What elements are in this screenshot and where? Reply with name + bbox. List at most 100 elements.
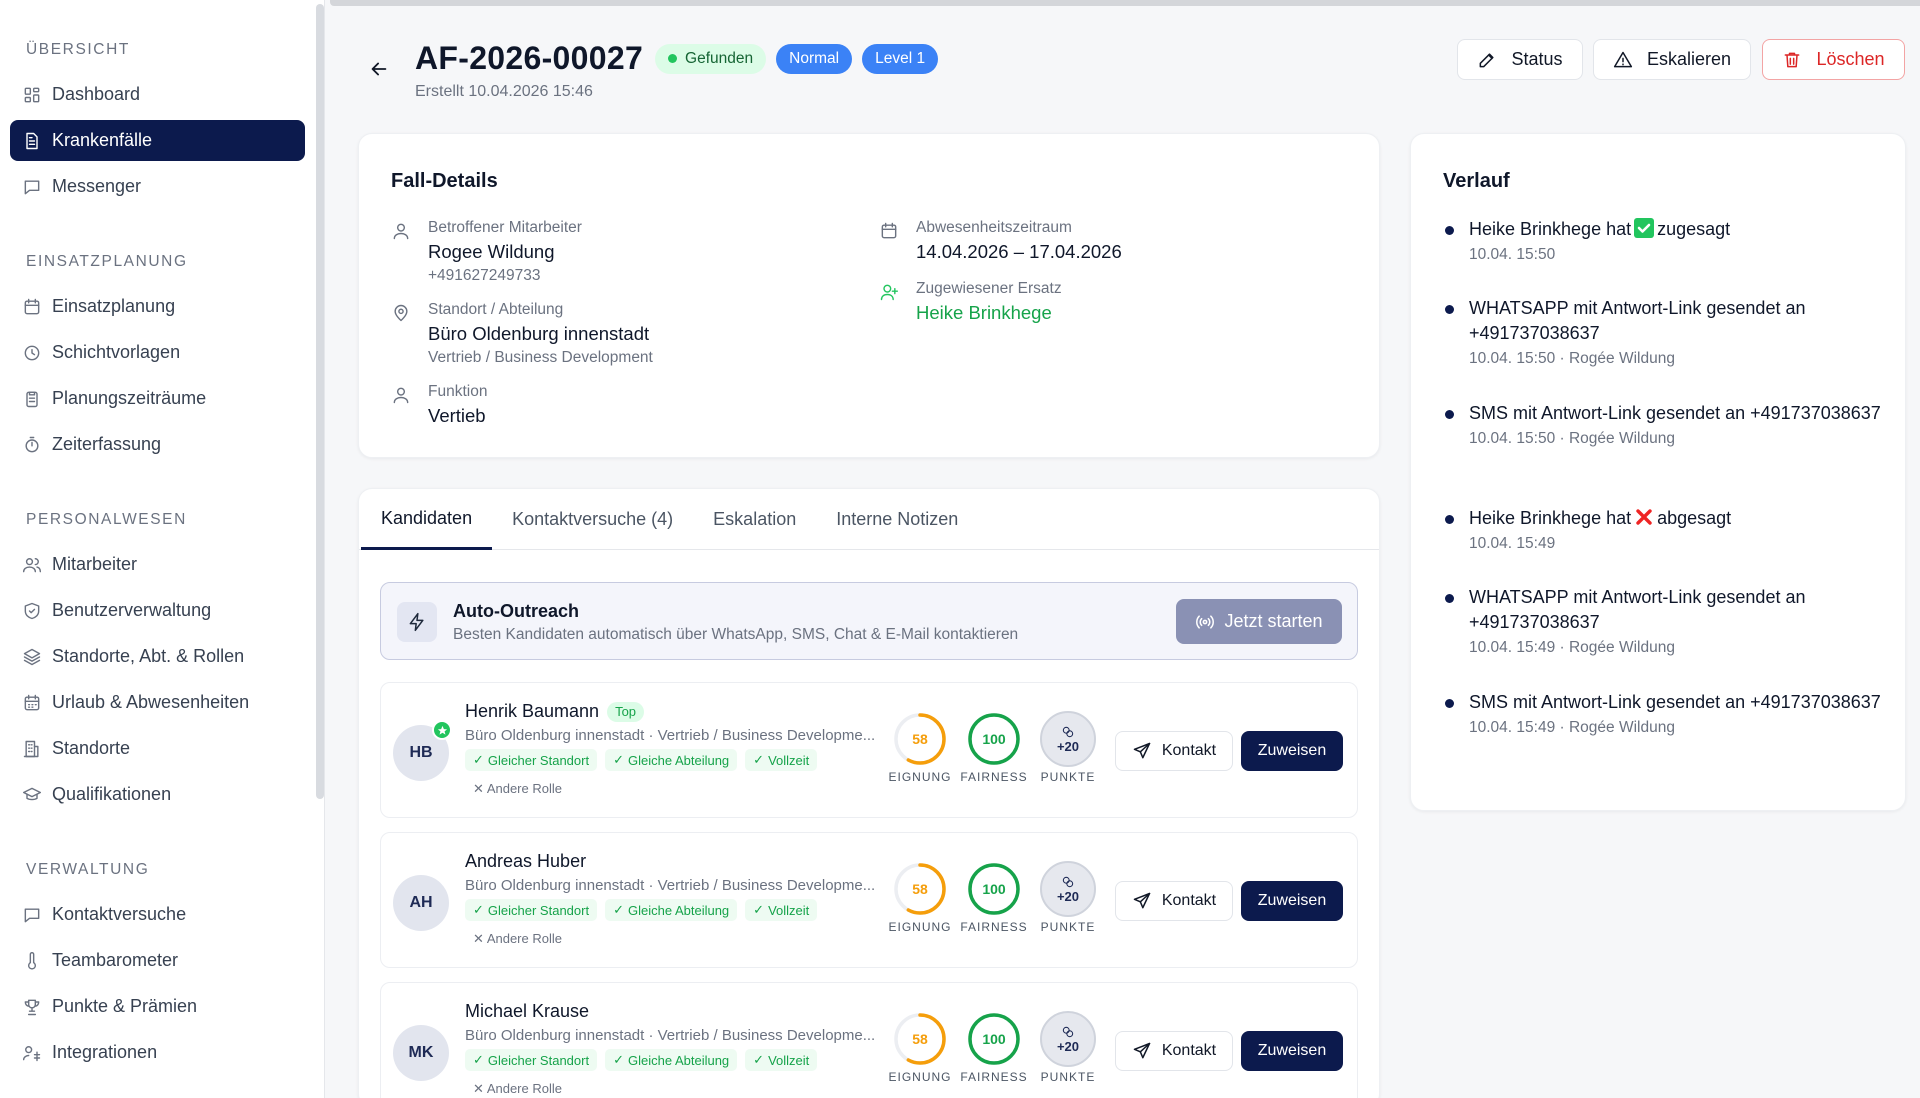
sidebar-scrollbar[interactable]: [316, 4, 324, 799]
employee-phone: +491627249733: [428, 267, 541, 284]
tab-kontaktversuche[interactable]: Kontaktversuche (4): [492, 489, 693, 550]
sidebar-item-kontaktversuche[interactable]: Kontaktversuche: [10, 894, 305, 935]
created-date: Erstellt 10.04.2026 15:46: [415, 83, 593, 100]
broadcast-icon: [1196, 614, 1215, 629]
mismatch-label: Andere Rolle: [486, 931, 562, 946]
start-outreach-label: Jetzt starten: [1224, 611, 1323, 631]
points-value: +20: [1056, 888, 1080, 904]
location-value: Büro Oldenburg innenstadt: [428, 323, 650, 344]
sidebar-item-planungszeiträume[interactable]: Planungszeiträume: [10, 378, 305, 419]
pencil-icon: [1480, 52, 1495, 67]
sidebar-item-dashboard[interactable]: Dashboard: [10, 74, 305, 115]
history-meta: 10.04. 15:50 · Rogée Wildung: [1469, 430, 1675, 447]
match-chip-label: Vollzeit: [768, 902, 810, 918]
sidebar-item-messenger[interactable]: Messenger: [10, 166, 305, 207]
coins-icon: [1062, 1026, 1074, 1037]
graduation-cap-icon: [22, 787, 42, 800]
check-icon: ✓: [613, 1052, 624, 1067]
match-chips: ✓ Gleicher Standort ✓ Gleiche Abteilung ✓ Vol…: [465, 899, 825, 921]
period-label: Abwesenheitszeitraum: [916, 219, 1072, 236]
contact-button[interactable]: Kontakt: [1115, 1031, 1233, 1071]
sidebar-item-teambarometer[interactable]: Teambarometer: [10, 940, 305, 981]
calendar-icon: [24, 298, 40, 314]
svg-text:100: 100: [982, 1031, 1006, 1047]
history-item: SMS mit Antwort-Link gesendet an +491737…: [1443, 401, 1883, 448]
sidebar-item-standorte[interactable]: Standorte: [10, 728, 305, 769]
back-button[interactable]: [368, 58, 390, 80]
delete-button[interactable]: Löschen: [1762, 39, 1905, 80]
sidebar-item-label: Messenger: [52, 176, 142, 196]
candidate-location: Büro Oldenburg innenstadt · Vertrieb / B…: [465, 1027, 876, 1044]
match-chip-label: Gleicher Standort: [487, 752, 590, 768]
eignung-metric: 58 EIGNUNG: [885, 1011, 955, 1084]
fairness-metric: 100 FAIRNESS: [959, 861, 1029, 934]
history-text: Heike Brinkhege hat zugesagt: [1469, 217, 1883, 242]
tab-kandidaten[interactable]: Kandidaten: [361, 489, 493, 550]
assign-button[interactable]: Zuweisen: [1241, 881, 1343, 921]
star-badge-icon: [432, 720, 452, 740]
punkte-label: PUNKTE: [1040, 920, 1096, 934]
message-icon: [24, 907, 40, 922]
x-icon: ✕: [473, 931, 484, 946]
tab-eskalation[interactable]: Eskalation: [693, 489, 816, 550]
sidebar-item-einsatzplanung[interactable]: Einsatzplanung: [10, 286, 305, 327]
sidebar-item-mitarbeiter[interactable]: Mitarbeiter: [10, 544, 305, 585]
sidebar-item-krankenfälle[interactable]: Krankenfälle: [10, 120, 305, 161]
history-meta: 10.04. 15:50: [1469, 246, 1556, 263]
sidebar-item-label: Kontaktversuche: [52, 904, 187, 924]
svg-text:100: 100: [982, 731, 1006, 747]
cross-emoji-icon: [1634, 507, 1654, 527]
eignung-label: EIGNUNG: [888, 1070, 952, 1084]
history-text-pre: SMS mit Antwort-Link gesendet an +491737…: [1469, 403, 1881, 423]
sidebar-item-schichtvorlagen[interactable]: Schichtvorlagen: [10, 332, 305, 373]
mismatch-chip: ✕ Andere Rolle: [473, 931, 562, 947]
candidate-row: HB Henrik Baumann Top Büro Oldenburg innens…: [380, 682, 1358, 818]
assign-button[interactable]: Zuweisen: [1241, 1031, 1343, 1071]
escalate-button[interactable]: Eskalieren: [1593, 39, 1751, 80]
eignung-label: EIGNUNG: [888, 920, 952, 934]
match-chip: ✓ Gleicher Standort: [465, 899, 598, 921]
sidebar-item-standorte-abt-rollen[interactable]: Standorte, Abt. & Rollen: [10, 636, 305, 677]
history-text-pre: Heike Brinkhege hat: [1469, 508, 1632, 528]
sidebar-item-integrationen[interactable]: Integrationen: [10, 1032, 305, 1073]
history-text: WHATSAPP mit Antwort-Link gesendet an +4…: [1469, 585, 1883, 635]
check-icon: ✓: [753, 902, 765, 917]
contact-button[interactable]: Kontakt: [1115, 881, 1233, 921]
candidate-name[interactable]: Andreas Huber: [465, 851, 586, 872]
contact-button[interactable]: Kontakt: [1115, 731, 1233, 771]
history-title: Verlauf: [1443, 170, 1510, 192]
replacement-field: Zugewiesener Ersatz Heike Brinkhege: [879, 279, 1062, 325]
sidebar-item-urlaub-abwesenheiten[interactable]: Urlaub & Abwesenheiten: [10, 682, 305, 723]
tab-interne-notizen[interactable]: Interne Notizen: [816, 489, 978, 550]
start-outreach-button[interactable]: Jetzt starten: [1176, 599, 1342, 644]
candidate-name[interactable]: Henrik Baumann Top: [465, 701, 645, 722]
sidebar-item-label: Standorte, Abt. & Rollen: [52, 646, 245, 666]
svg-text:100: 100: [982, 881, 1006, 897]
sidebar-item-punkte-prämien[interactable]: Punkte & Prämien: [10, 986, 305, 1027]
sidebar-item-label: Benutzerverwaltung: [52, 600, 212, 620]
status-button[interactable]: Status: [1457, 39, 1583, 80]
eignung-ring: 58: [894, 863, 946, 915]
sidebar-item-zeiterfassung[interactable]: Zeiterfassung: [10, 424, 305, 465]
points-badge: +20: [1040, 711, 1096, 767]
eignung-ring: 58: [894, 1013, 946, 1065]
replacement-link[interactable]: Heike Brinkhege: [916, 301, 1062, 325]
sidebar-item-qualifikationen[interactable]: Qualifikationen: [10, 774, 305, 815]
coins-icon: [1062, 876, 1074, 887]
timeline-dot: [1445, 410, 1454, 419]
fairness-ring: 100: [968, 863, 1020, 915]
avatar: MK: [393, 1025, 449, 1081]
sidebar-item-label: Schichtvorlagen: [52, 342, 181, 362]
sidebar-item-label: Teambarometer: [52, 950, 179, 970]
history-text-pre: Heike Brinkhege hat: [1469, 219, 1632, 239]
assign-button[interactable]: Zuweisen: [1241, 731, 1343, 771]
candidate-name[interactable]: Michael Krause: [465, 1001, 589, 1022]
fairness-metric: 100 FAIRNESS: [959, 1011, 1029, 1084]
history-text: WHATSAPP mit Antwort-Link gesendet an +4…: [1469, 296, 1883, 346]
sidebar-item-benutzerverwaltung[interactable]: Benutzerverwaltung: [10, 590, 305, 631]
assign-button-label: Zuweisen: [1257, 742, 1327, 759]
delete-button-label: Löschen: [1816, 49, 1885, 69]
replacement-label: Zugewiesener Ersatz: [916, 280, 1062, 297]
avatar: AH: [393, 875, 449, 931]
